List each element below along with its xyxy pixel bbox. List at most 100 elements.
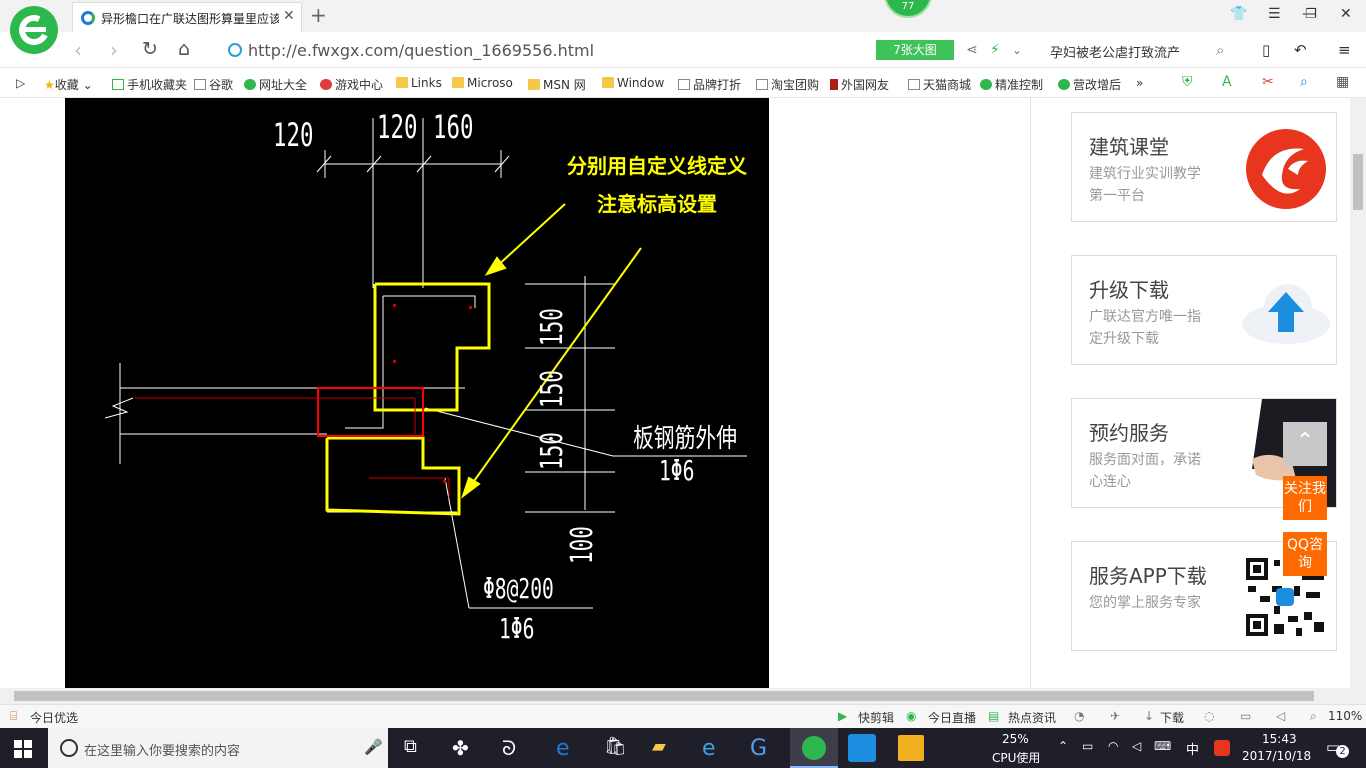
bookmark-site-nav[interactable]: 网址大全 [244,76,307,93]
back-to-top-icon[interactable]: ⌃ [1283,422,1327,466]
bookmark-taobao[interactable]: 淘宝团购 [756,76,819,93]
windows-taskbar: 在这里输入你要搜索的内容 🎤 ⧉ ✤ ᘐ e 🛍 ▰ e G 25% CPU使用… [0,728,1366,768]
wifi-icon[interactable]: ◠ [1108,739,1118,753]
bookmark-game-center[interactable]: 游戏中心 [320,76,383,93]
magnifier-icon[interactable]: ⌕ [1300,74,1308,90]
bookmark-favorites[interactable]: ★收藏 ⌄ [44,76,93,93]
taskbar-active-browser[interactable] [790,728,838,768]
battery-icon[interactable]: ▭ [1082,739,1093,753]
apps-grid-icon[interactable]: ▦ [1336,74,1349,90]
home-icon[interactable]: ⌂ [178,38,190,60]
sidebar-toggle-icon[interactable]: ▷ [16,76,25,90]
browser-logo-icon[interactable] [10,6,58,54]
quick-edit-link[interactable]: 快剪辑 [858,709,894,726]
vertical-scrollbar[interactable] [1350,98,1366,688]
translate-icon[interactable]: A [1222,74,1232,90]
browser-tab[interactable]: 异形檐口在广联达图形算量里应该 ✕ [72,2,302,32]
teamviewer-icon[interactable] [848,734,876,762]
reload-icon[interactable]: ↻ [142,38,158,60]
pin-icon[interactable]: ✈ [1110,709,1120,723]
bookmark-precise-control[interactable]: 精准控制 [980,76,1043,93]
phone-icon[interactable]: ▯ [1262,41,1270,59]
bookmark-microsoft[interactable]: Microso [452,76,513,90]
vertical-scroll-thumb[interactable] [1353,154,1363,210]
cad-drawing-svg [104,118,747,609]
new-tab-icon[interactable]: + [310,3,327,27]
dim-top-1: 120 [273,116,314,154]
swirl-app-icon[interactable]: ᘐ [502,736,530,760]
bookmark-links[interactable]: Links [396,76,442,90]
zoom-level[interactable]: 110% [1328,709,1362,723]
today-picks-link[interactable]: 今日优选 [30,709,78,726]
bookmark-google[interactable]: 谷歌 [194,76,233,93]
speed-icon[interactable]: ◔ [1074,709,1084,723]
g-app-icon[interactable]: G [750,736,778,761]
card-upgrade-download[interactable]: 升级下载 广联达官方唯一指定升级下载 [1071,255,1337,365]
back-icon[interactable]: ‹ [74,38,82,62]
cortana-icon [60,739,78,757]
bookmark-mobile[interactable]: 手机收藏夹 [112,76,187,93]
card-subtitle: 您的掌上服务专家 [1089,595,1201,611]
bookmark-msn[interactable]: MSN 网 [528,76,586,93]
pinwheel-app-icon[interactable]: ✤ [452,736,480,760]
big-images-button[interactable]: 7张大图 [876,40,954,60]
qq-consult-button[interactable]: QQ咨询 [1283,532,1327,576]
label-slab-extension: 板钢筋外伸 [633,424,738,454]
speaker-icon[interactable]: ◁ [1132,739,1141,753]
windows-start-icon[interactable] [14,740,32,758]
notes-app-icon[interactable] [898,735,924,761]
bookmark-tmall[interactable]: 天猫商城 [908,76,971,93]
column-divider [1030,98,1031,688]
clock-date[interactable]: 2017/10/18 [1242,749,1311,763]
window-icon[interactable]: ▭ [1240,709,1251,723]
bookmark-tax-reform[interactable]: 营改增后 [1058,76,1121,93]
bookmark-brand-discount[interactable]: 品牌打折 [678,76,741,93]
news-link[interactable]: 热点资讯 [1008,709,1056,726]
task-view-icon[interactable]: ⧉ [404,736,432,760]
ie-browser-icon[interactable]: e [702,736,730,761]
site-security-icon [228,43,242,57]
keyboard-icon[interactable]: ⌨ [1154,739,1171,753]
clock-time[interactable]: 15:43 [1262,732,1297,746]
undo-icon[interactable]: ↶ [1294,41,1307,59]
follow-us-button[interactable]: 关注我们 [1283,476,1327,520]
download-link[interactable]: 下载 [1160,709,1184,726]
restore-window-icon[interactable]: ❐ [1305,7,1317,22]
cleanup-icon[interactable]: ◌ [1204,709,1214,723]
menu-lines-icon[interactable]: ≡ [1338,41,1351,59]
search-icon[interactable]: ⌕ [1216,41,1224,59]
ime-indicator[interactable]: 中 [1186,739,1199,758]
live-icon: ◉ [906,709,917,723]
horizontal-scrollbar[interactable] [0,688,1366,704]
taskbar-search-box[interactable]: 在这里输入你要搜索的内容 🎤 [48,728,388,768]
url-text[interactable]: http://e.fwxgx.com/question_1669556.html [248,41,594,60]
more-bookmarks-icon[interactable]: » [1136,76,1143,90]
chevron-down-icon[interactable]: ⌄ [1012,43,1022,57]
dim-right-2: 150 [535,370,570,408]
file-explorer-icon[interactable]: ▰ [652,736,680,760]
video-edit-icon: ▶ [838,709,848,723]
store-icon[interactable]: 🛍 [604,736,632,760]
bookmark-foreign[interactable]: 外国网友 [830,76,889,93]
scissors-icon[interactable]: ✂ [1262,74,1274,90]
search-box[interactable]: 孕妇被老公虐打致流产 [1050,42,1180,61]
menu-icon[interactable]: ☰ [1268,6,1281,22]
close-tab-icon[interactable]: ✕ [283,8,295,24]
shirt-icon[interactable]: 👕 [1230,6,1247,22]
card-building-classroom[interactable]: 建筑课堂 建筑行业实训教学第一平台 [1071,112,1337,222]
microphone-icon[interactable]: 🎤 [364,738,383,756]
lightning-icon[interactable]: ⚡ [990,42,1000,58]
edge-browser-icon[interactable]: e [556,736,584,761]
cpu-percent: 25% [1002,732,1029,746]
live-link[interactable]: 今日直播 [928,709,976,726]
shield-icon[interactable]: ⛨ [1182,74,1193,90]
volume-icon[interactable]: ◁ [1276,709,1285,723]
notification-badge[interactable]: 77 [884,0,932,18]
tray-expand-icon[interactable]: ⌃ [1058,739,1068,753]
close-window-icon[interactable]: ✕ [1340,6,1352,22]
forward-icon[interactable]: › [110,38,118,62]
share-icon[interactable]: ⋖ [966,42,978,58]
sogou-ime-icon[interactable] [1214,740,1230,756]
bookmark-windows[interactable]: Window [602,76,664,90]
horizontal-scroll-thumb[interactable] [14,691,1314,701]
